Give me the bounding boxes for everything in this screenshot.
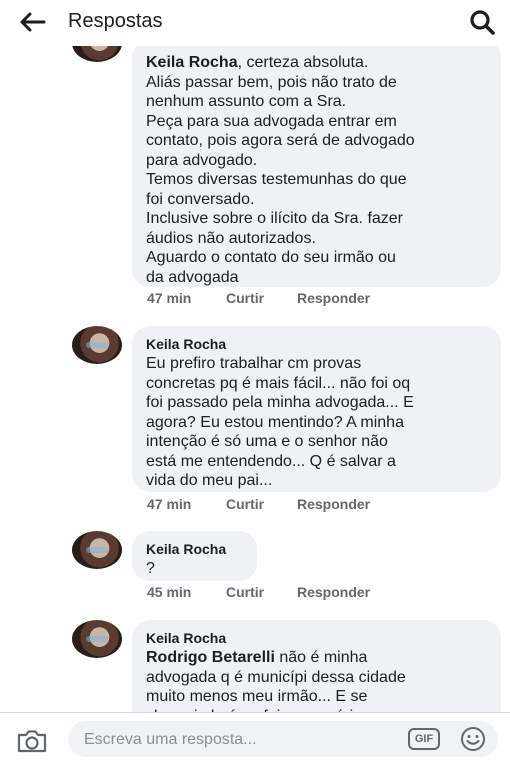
comment-author[interactable]: Keila Rocha bbox=[146, 54, 238, 71]
comment-body: Eu prefiro trabalhar cm provas concretas… bbox=[146, 355, 414, 489]
comment-text: Keila Rocha, certeza absoluta. bbox=[146, 53, 487, 73]
arrow-left-icon[interactable] bbox=[18, 10, 46, 34]
comment-timestamp[interactable]: 45 min bbox=[147, 584, 226, 600]
comment-timestamp[interactable]: 47 min bbox=[147, 290, 226, 306]
avatar[interactable] bbox=[72, 326, 122, 364]
comment-body: Rodrigo Betarelli não é minha advogada q… bbox=[146, 648, 487, 712]
comment-author[interactable]: Keila Rocha bbox=[146, 334, 487, 354]
comment-timestamp[interactable]: 47 min bbox=[147, 496, 226, 512]
comment-actions: 47 min Curtir Responder bbox=[147, 496, 370, 512]
avatar[interactable] bbox=[72, 531, 122, 569]
like-button[interactable]: Curtir bbox=[226, 290, 297, 306]
reply-input[interactable] bbox=[82, 721, 386, 759]
like-button[interactable]: Curtir bbox=[226, 496, 297, 512]
avatar[interactable] bbox=[72, 46, 122, 62]
reply-button[interactable]: Responder bbox=[297, 290, 370, 306]
like-button[interactable]: Curtir bbox=[226, 584, 297, 600]
comment-actions: 45 min Curtir Responder bbox=[147, 584, 370, 600]
app-header: Respostas bbox=[0, 0, 510, 46]
comment-bubble[interactable]: Keila Rocha ? bbox=[132, 531, 257, 581]
comment-author[interactable]: Keila Rocha bbox=[146, 628, 487, 648]
comment-bubble[interactable]: Keila Rocha Eu prefiro trabalhar cm prov… bbox=[132, 326, 501, 492]
gif-icon[interactable]: GIF bbox=[408, 728, 440, 750]
smiley-icon[interactable] bbox=[460, 726, 486, 752]
search-icon[interactable] bbox=[468, 8, 496, 36]
reply-button[interactable]: Responder bbox=[297, 496, 370, 512]
comment-bubble[interactable]: Keila Rocha Rodrigo Betarelli não é minh… bbox=[132, 620, 501, 712]
comment-actions: 47 min Curtir Responder bbox=[147, 290, 370, 306]
avatar[interactable] bbox=[72, 620, 122, 658]
reply-button[interactable]: Responder bbox=[297, 584, 370, 600]
comment-body: Aliás passar bem, pois não trato de nenh… bbox=[146, 73, 415, 286]
page-title: Respostas bbox=[68, 10, 163, 32]
comment-lead-text: , certeza absoluta. bbox=[237, 54, 369, 71]
replies-feed[interactable]: Keila Rocha, certeza absoluta. Aliás pas… bbox=[0, 46, 510, 712]
reply-composer: GIF bbox=[0, 712, 510, 766]
comment-author[interactable]: Keila Rocha bbox=[146, 539, 243, 559]
camera-icon[interactable] bbox=[16, 728, 48, 754]
comment-body: ? bbox=[146, 560, 155, 577]
comment-bubble[interactable]: Keila Rocha, certeza absoluta. Aliás pas… bbox=[132, 46, 501, 287]
reply-input-container[interactable]: GIF bbox=[68, 721, 498, 759]
mention-link[interactable]: Rodrigo Betarelli bbox=[146, 649, 275, 666]
